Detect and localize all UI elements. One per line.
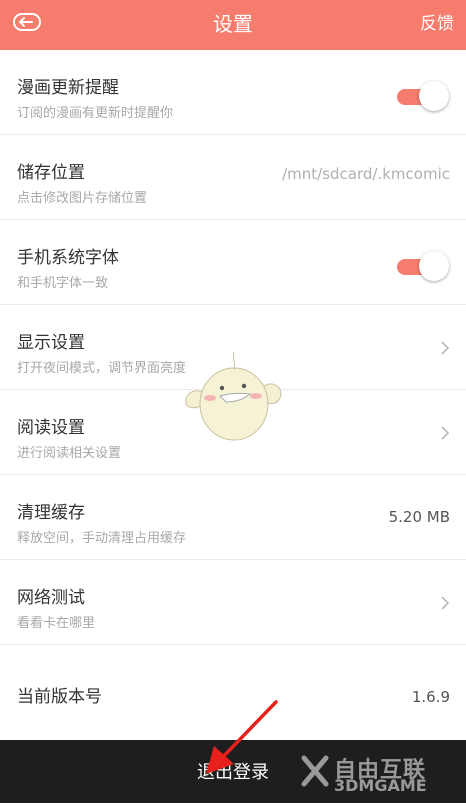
setting-subtitle: 打开夜间模式，调节界面亮度	[17, 361, 187, 376]
setting-subtitle: 看看卡在哪里	[17, 616, 96, 631]
page-title: 设置	[213, 12, 253, 36]
setting-row-system-font[interactable]: 手机系统字体 和手机字体一致	[0, 220, 466, 305]
app-header: 设置 反馈	[0, 0, 466, 50]
version-value: 1.6.9	[411, 688, 450, 706]
watermark-text-en: 3DMGAME	[334, 776, 427, 795]
setting-subtitle: 订阅的漫画有更新时提醒你	[17, 106, 174, 121]
setting-subtitle: 释放空间，手动清理占用缓存	[17, 531, 187, 546]
watermark-mark-icon	[301, 755, 329, 787]
storage-path-value: /mnt/sdcard/.kmcomic	[282, 165, 450, 183]
mascot-illustration	[185, 352, 282, 441]
setting-row-update-reminder[interactable]: 漫画更新提醒 订阅的漫画有更新时提醒你	[0, 50, 466, 135]
annotation-arrow-icon	[206, 700, 278, 774]
setting-title: 漫画更新提醒	[17, 78, 119, 98]
setting-title: 阅读设置	[17, 418, 85, 438]
setting-title: 手机系统字体	[17, 248, 119, 268]
setting-title: 当前版本号	[17, 687, 102, 707]
setting-title: 显示设置	[17, 333, 85, 353]
setting-row-network-test[interactable]: 网络测试 看看卡在哪里	[0, 560, 466, 645]
update-reminder-toggle[interactable]	[397, 81, 449, 111]
setting-title: 清理缓存	[17, 503, 85, 523]
chevron-right-icon	[441, 596, 450, 610]
setting-title: 网络测试	[17, 588, 85, 608]
watermark-logo: 自由互联 3DMGAME	[300, 748, 460, 798]
setting-title: 储存位置	[17, 163, 85, 183]
setting-row-clear-cache[interactable]: 清理缓存 释放空间，手动清理占用缓存 5.20 MB	[0, 475, 466, 560]
setting-subtitle: 进行阅读相关设置	[17, 446, 122, 461]
setting-row-storage-location[interactable]: 储存位置 点击修改图片存储位置 /mnt/sdcard/.kmcomic	[0, 135, 466, 220]
toggle-knob	[419, 81, 449, 111]
cache-size-value: 5.20 MB	[388, 508, 450, 526]
chevron-right-icon	[441, 426, 450, 440]
setting-subtitle: 和手机字体一致	[17, 276, 109, 291]
system-font-toggle[interactable]	[397, 251, 449, 281]
chevron-right-icon	[441, 341, 450, 355]
setting-subtitle: 点击修改图片存储位置	[17, 191, 148, 206]
toggle-knob	[419, 251, 449, 281]
feedback-button[interactable]: 反馈	[420, 0, 454, 50]
